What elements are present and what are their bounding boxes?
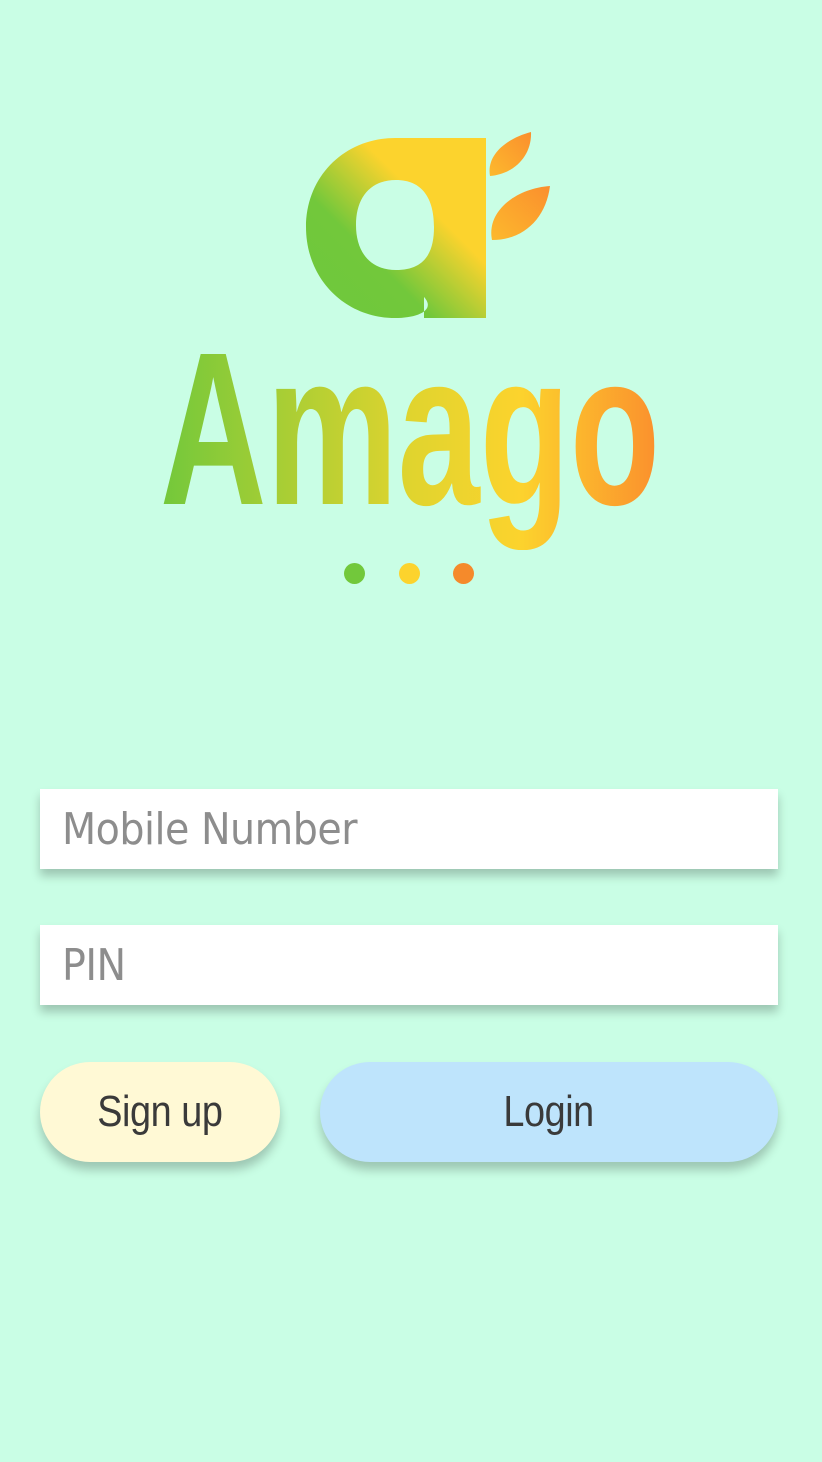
login-button-label: Login [503,1087,595,1136]
yellow-dot [399,563,420,584]
mobile-number-input[interactable] [40,789,778,869]
login-screen: Amago Sign up Login [0,0,822,1462]
login-button[interactable]: Login [320,1062,778,1162]
orange-dot [453,563,474,584]
brand-name: Amago [160,320,660,550]
green-dot [344,563,365,584]
amago-logo-icon [306,132,550,318]
pin-field-container [40,925,778,1005]
mobile-number-field-container [40,789,778,869]
brand-dots [344,563,476,585]
amago-wordmark: Amago [160,320,660,550]
signup-button-label: Sign up [97,1087,223,1136]
pin-input[interactable] [40,925,778,1005]
signup-button[interactable]: Sign up [40,1062,280,1162]
